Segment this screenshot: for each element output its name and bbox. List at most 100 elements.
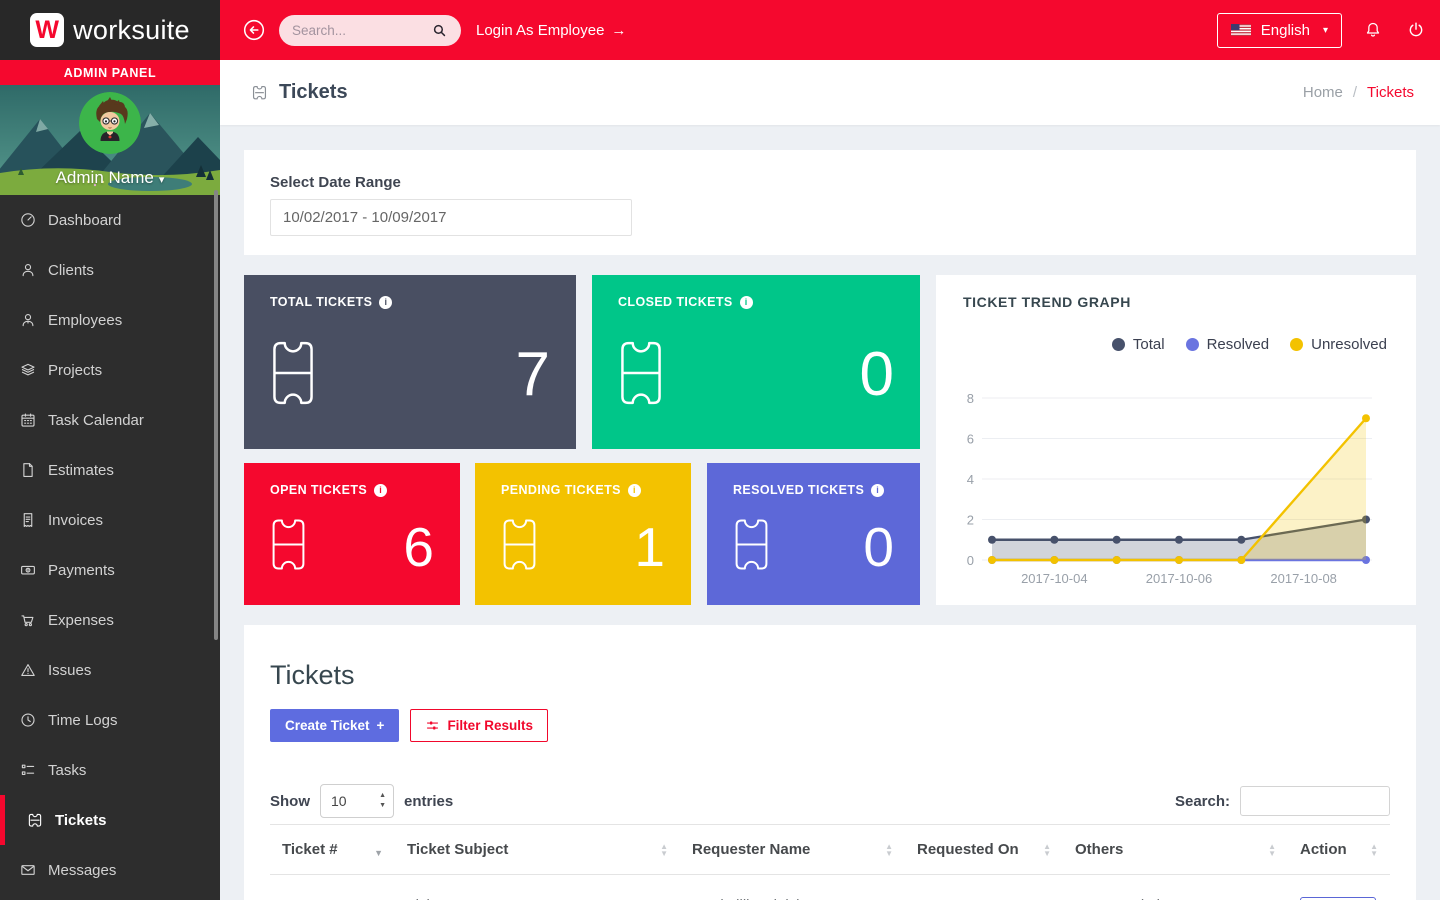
stat-card-value: 0 (863, 520, 894, 575)
sidebar-item-label: Payments (48, 562, 115, 579)
legend-item-resolved[interactable]: Resolved (1186, 336, 1270, 353)
sidebar-item-tasks[interactable]: Tasks (0, 745, 220, 795)
warning-icon (19, 661, 37, 679)
sidebar-item-label: Projects (48, 362, 102, 379)
legend-item-unresolved[interactable]: Unresolved (1290, 336, 1387, 353)
column-label: Action (1300, 841, 1347, 858)
column-header-requester-name[interactable]: Requester Name▲▼ (680, 825, 905, 875)
sidebar-item-estimates[interactable]: Estimates (0, 445, 220, 495)
cart-icon (19, 611, 37, 629)
sidebar-item-invoices[interactable]: Invoices (0, 495, 220, 545)
document-icon (19, 461, 37, 479)
login-as-employee-link[interactable]: Login As Employee → (476, 22, 626, 39)
ticket-subject: Ticket 7 (395, 875, 680, 900)
collapse-sidebar-icon[interactable] (241, 17, 267, 43)
breadcrumb-home[interactable]: Home (1303, 84, 1343, 101)
info-icon[interactable]: i (628, 484, 641, 497)
sidebar-item-label: Employees (48, 312, 122, 329)
info-icon[interactable]: i (374, 484, 387, 497)
date-range-card: Select Date Range (244, 150, 1416, 255)
spinner-arrows-icon: ▲▼ (379, 791, 386, 811)
table-header-row: Ticket #▼Ticket Subject▲▼Requester Name▲… (270, 825, 1390, 875)
column-header-action[interactable]: Action▲▼ (1288, 825, 1390, 875)
sort-icon: ▲▼ (1043, 843, 1051, 857)
stat-card-resolved-tickets: RESOLVED TICKETSi0 (707, 463, 920, 605)
svg-text:6: 6 (967, 432, 974, 447)
gauge-icon (19, 211, 37, 229)
table-row: 7Ticket 7Maximillia Gleichner03 Oct 2017… (270, 875, 1390, 900)
table-search-input[interactable] (1240, 786, 1390, 816)
sidebar-item-projects[interactable]: Projects (0, 345, 220, 395)
envelope-icon (19, 861, 37, 879)
profile-name[interactable]: Admin Name▾ (0, 168, 220, 188)
filter-results-label: Filter Results (447, 718, 533, 733)
plus-icon: + (377, 718, 385, 733)
calendar-icon (19, 411, 37, 429)
column-header-others[interactable]: Others▲▼ (1063, 825, 1288, 875)
ticket-icon (250, 83, 269, 102)
sidebar-item-clients[interactable]: Clients (0, 245, 220, 295)
sidebar-item-messages[interactable]: Messages (0, 845, 220, 895)
create-ticket-button[interactable]: Create Ticket + (270, 709, 399, 742)
content: Select Date Range TOTAL TICKETSi7CLOSED … (220, 125, 1440, 900)
tickets-heading: Tickets (270, 625, 1390, 691)
column-header-requested-on[interactable]: Requested On▲▼ (905, 825, 1063, 875)
svg-text:4: 4 (967, 472, 974, 487)
sidebar-item-employees[interactable]: Employees (0, 295, 220, 345)
sidebar-item-dashboard[interactable]: Dashboard (0, 195, 220, 245)
checklist-icon (19, 761, 37, 779)
tickets-table: Ticket #▼Ticket Subject▲▼Requester Name▲… (270, 824, 1390, 900)
action-cell: Action (1288, 875, 1390, 900)
brand-logo[interactable]: W worksuite (0, 0, 220, 60)
legend-label: Total (1133, 336, 1165, 353)
stat-card-pending-tickets: PENDING TICKETSi1 (475, 463, 691, 605)
breadcrumb: Home / Tickets (1303, 84, 1414, 101)
table-search-label: Search: (1175, 793, 1230, 810)
login-as-employee-label: Login As Employee (476, 22, 604, 39)
legend-item-total[interactable]: Total (1112, 336, 1165, 353)
sidebar-scrollbar[interactable] (214, 190, 218, 640)
sidebar-item-issues[interactable]: Issues (0, 645, 220, 695)
topbar: W worksuite Login As Employee → English (0, 0, 1440, 60)
topbar-main: Login As Employee → English ▾ (220, 0, 1440, 60)
date-range-input[interactable] (270, 199, 632, 236)
sliders-icon (425, 718, 440, 733)
info-icon[interactable]: i (740, 296, 753, 309)
arrow-right-icon: → (611, 22, 626, 39)
search-input[interactable] (292, 23, 431, 38)
filter-results-button[interactable]: Filter Results (410, 709, 548, 742)
column-header-ticket-[interactable]: Ticket #▼ (270, 825, 395, 875)
ticket-trend-card: TICKET TREND GRAPH 024682017-10-042017-1… (936, 275, 1416, 605)
app: W worksuite Login As Employee → English (0, 0, 1440, 900)
others-cell: Agent: Admin Name (1063, 875, 1288, 900)
search-icon[interactable] (431, 22, 448, 39)
language-select[interactable]: English ▾ (1217, 13, 1342, 48)
column-label: Ticket Subject (407, 841, 508, 858)
notifications-bell-icon[interactable] (1363, 20, 1383, 40)
sidebar-item-label: Task Calendar (48, 412, 144, 429)
sidebar-item-payments[interactable]: Payments (0, 545, 220, 595)
chart-legend: Total Resolved Unresolved (1112, 336, 1387, 353)
entries-label: entries (404, 793, 453, 810)
column-header-ticket-subject[interactable]: Ticket Subject▲▼ (395, 825, 680, 875)
svg-text:2017-10-08: 2017-10-08 (1270, 571, 1337, 586)
logout-power-icon[interactable] (1406, 20, 1426, 40)
sidebar-item-time-logs[interactable]: Time Logs (0, 695, 220, 745)
column-label: Ticket # (282, 841, 338, 858)
sidebar-item-tickets[interactable]: Tickets (0, 795, 220, 845)
sidebar-item-label: Issues (48, 662, 91, 679)
page-size-select[interactable]: 10 ▲▼ (320, 784, 394, 818)
sidebar-item-task-calendar[interactable]: Task Calendar (0, 395, 220, 445)
stat-card-value: 7 (516, 344, 550, 406)
avatar[interactable] (79, 92, 141, 154)
info-icon[interactable]: i (379, 296, 392, 309)
ticket-icon (26, 811, 44, 829)
sidebar-item-expenses[interactable]: Expenses (0, 595, 220, 645)
info-icon[interactable]: i (871, 484, 884, 497)
stat-card-value: 1 (634, 520, 665, 575)
brand-name: worksuite (73, 15, 190, 46)
stat-card-total-tickets: TOTAL TICKETSi7 (244, 275, 576, 449)
svg-text:2: 2 (967, 513, 974, 528)
chevron-down-icon: ▾ (159, 174, 165, 186)
chevron-down-icon: ▾ (1323, 25, 1328, 36)
